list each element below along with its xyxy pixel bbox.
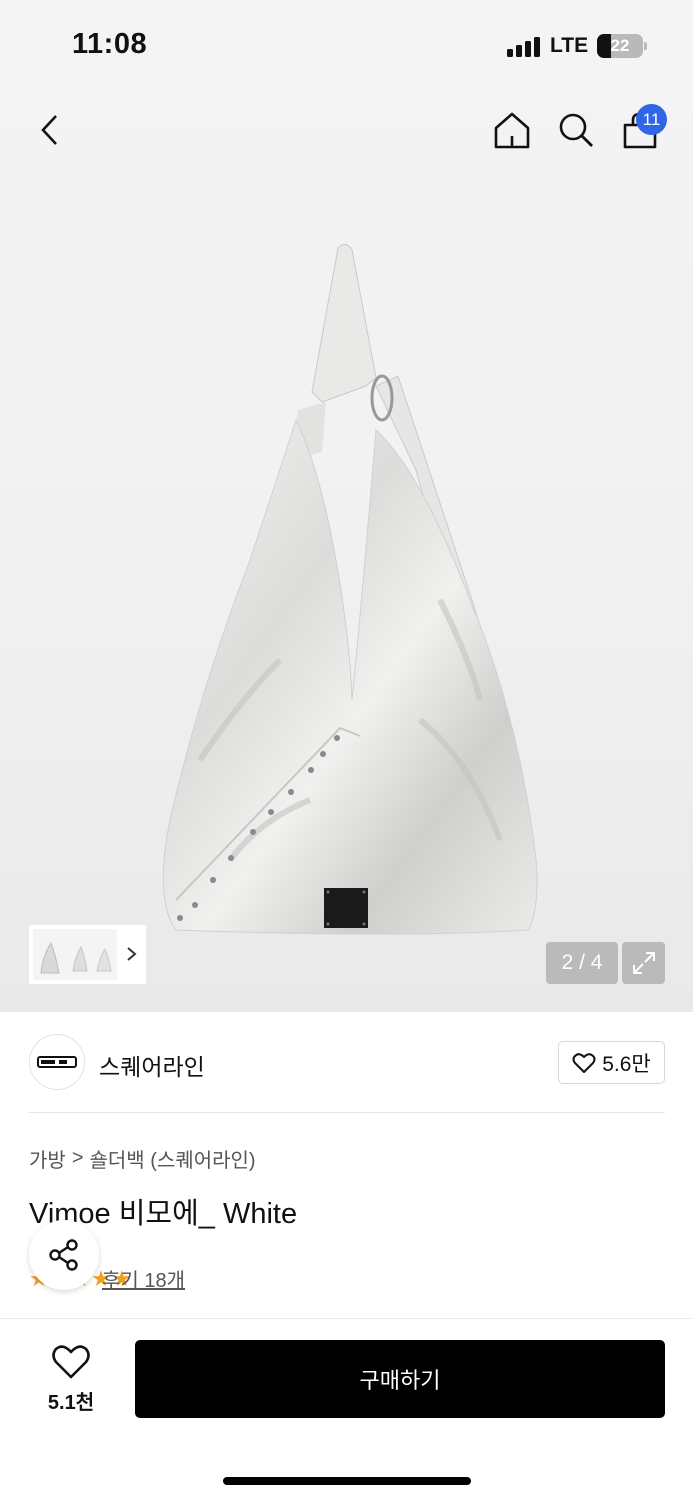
network-type: LTE	[550, 34, 589, 57]
back-icon	[41, 115, 57, 145]
product-like-count: 5.1천	[47, 1392, 95, 1414]
share-button[interactable]	[29, 1220, 99, 1290]
heart-icon	[52, 1345, 90, 1379]
product-like-button[interactable]: 5.1천	[29, 1342, 113, 1418]
expand-icon	[632, 952, 655, 974]
search-icon	[559, 113, 593, 147]
share-icon	[49, 1239, 78, 1271]
home-button[interactable]	[488, 106, 536, 154]
cart-badge: 11	[636, 104, 667, 135]
search-button[interactable]	[552, 106, 600, 154]
divider	[29, 1112, 665, 1113]
page-counter: 2 / 4	[546, 942, 618, 984]
breadcrumb-category[interactable]: 가방	[29, 1144, 66, 1173]
expand-button[interactable]	[622, 942, 665, 984]
bottom-bar-divider	[0, 1318, 693, 1319]
heart-icon	[572, 1052, 596, 1073]
breadcrumb-subcategory[interactable]: 숄더백 (스퀘어라인)	[90, 1144, 256, 1173]
home-icon	[494, 112, 530, 149]
brand-like-count: 5.6만	[602, 1052, 651, 1076]
brand-logo[interactable]	[29, 1034, 85, 1090]
buy-button[interactable]: 구매하기	[135, 1340, 665, 1418]
signal-icon	[507, 37, 541, 57]
battery-icon: 22	[597, 34, 643, 58]
thumbnail-images	[33, 929, 117, 980]
breadcrumb-separator: >	[71, 1147, 84, 1169]
home-indicator	[223, 1477, 471, 1485]
thumbnail-strip[interactable]	[29, 925, 146, 984]
brand-row[interactable]: 스퀘어라인 5.6만	[29, 1034, 665, 1090]
battery-level: 22	[610, 36, 630, 55]
status-time: 11:08	[72, 28, 148, 60]
breadcrumb: 가방 > 숄더백 (스퀘어라인)	[29, 1144, 256, 1173]
chevron-right-icon	[125, 941, 139, 972]
brand-like-button[interactable]: 5.6만	[558, 1041, 665, 1084]
status-bar: 11:08 LTE 22	[0, 0, 693, 92]
brand-name[interactable]: 스퀘어라인	[99, 1048, 205, 1082]
back-button[interactable]	[26, 106, 74, 154]
review-link[interactable]: 후기 18개	[102, 1264, 185, 1293]
